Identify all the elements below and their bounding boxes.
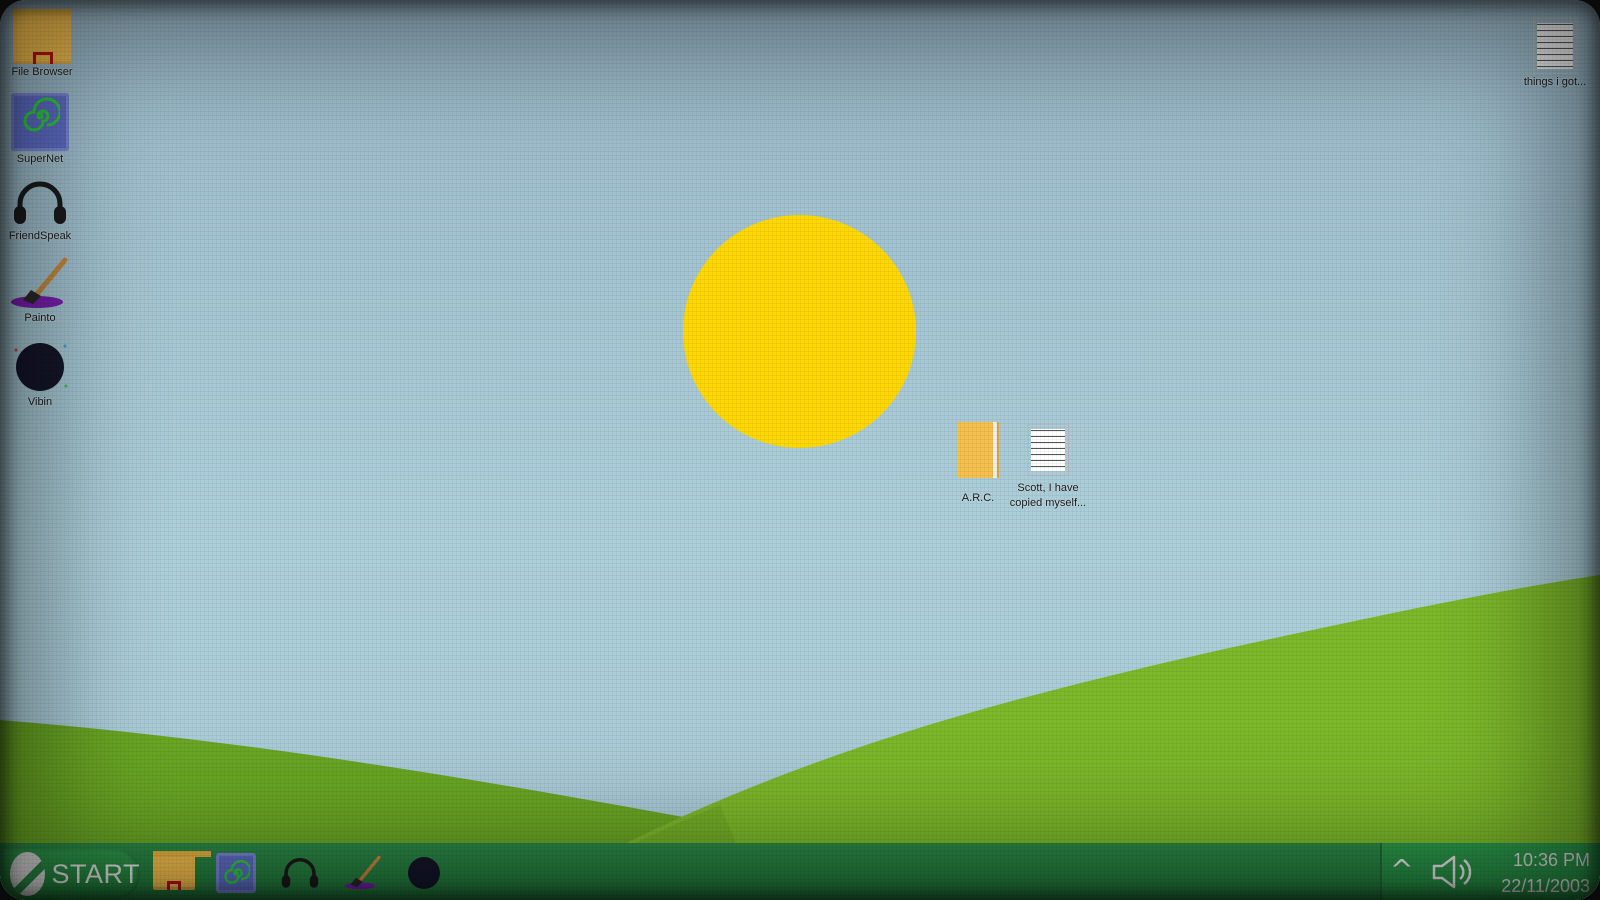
volume-icon[interactable] [1430, 852, 1476, 892]
start-orb-icon [10, 852, 46, 896]
desktop-icon-vibin[interactable]: Vibin [0, 340, 80, 409]
folder-icon [13, 9, 71, 64]
clock-date: 22/11/2003 [1501, 876, 1590, 896]
taskbar-supernet[interactable] [214, 851, 258, 895]
taskbar-file-browser[interactable] [152, 851, 211, 895]
start-label: START [51, 858, 140, 889]
clock[interactable]: 10:36 PM 22/11/2003 [1501, 847, 1590, 899]
taskbar-vibin[interactable] [402, 851, 446, 895]
taskbar-painto[interactable] [340, 851, 384, 895]
desktop-icon-friendspeak[interactable]: FriendSpeak [0, 178, 80, 243]
paintbrush-icon [11, 257, 68, 308]
desktop-icon-label: Vibin [27, 396, 53, 408]
desktop-icon-label: FriendSpeak [8, 230, 72, 242]
paintbrush-icon [345, 855, 381, 890]
desktop-icon-arc[interactable]: A.R.C. [938, 422, 1018, 505]
dark-orb-icon [14, 343, 68, 391]
desktop-icon-label: File Browser [11, 66, 73, 78]
desktop-screen: File Browser SuperNet FriendSpeak Painto [0, 0, 1600, 900]
desktop-icon-label-line1: Scott, I have [1017, 482, 1079, 494]
text-document-icon [1027, 424, 1069, 476]
tray-expand-chevron[interactable]: ^ [1390, 853, 1413, 886]
headphones-icon [14, 181, 66, 224]
dark-orb-icon [408, 857, 440, 889]
headphones-icon [281, 858, 319, 888]
desktop-icon-label: A.R.C. [961, 492, 995, 504]
taskbar-friendspeak[interactable] [278, 851, 322, 895]
spiral-icon [11, 93, 69, 151]
book-icon [957, 422, 999, 478]
wallpaper-hills [0, 575, 1600, 900]
desktop-icon-supernet[interactable]: SuperNet [0, 93, 80, 166]
text-document-icon [1533, 18, 1577, 74]
taskbar: START ^ 10:36 PM 22/11/2003 [0, 843, 1600, 900]
desktop-icon-label-line2: copied myself... [1009, 497, 1087, 509]
desktop-icon-label: things i got... [1523, 76, 1587, 88]
desktop-icon-scott-note[interactable]: Scott, I have copied myself... [1008, 424, 1088, 510]
folder-icon [153, 851, 211, 890]
clock-time: 10:36 PM [1512, 850, 1590, 870]
sun [683, 215, 916, 448]
system-tray: ^ 10:36 PM 22/11/2003 [1380, 843, 1600, 900]
desktop-icon-things-i-got[interactable]: things i got... [1515, 18, 1595, 89]
start-button[interactable]: START [4, 849, 140, 899]
desktop-icon-painto[interactable]: Painto [0, 256, 80, 325]
desktop-icon-label: Painto [24, 312, 56, 324]
desktop-icon-file-browser[interactable]: File Browser [2, 9, 82, 79]
desktop-icon-label: SuperNet [16, 153, 64, 165]
spiral-icon [216, 853, 256, 893]
